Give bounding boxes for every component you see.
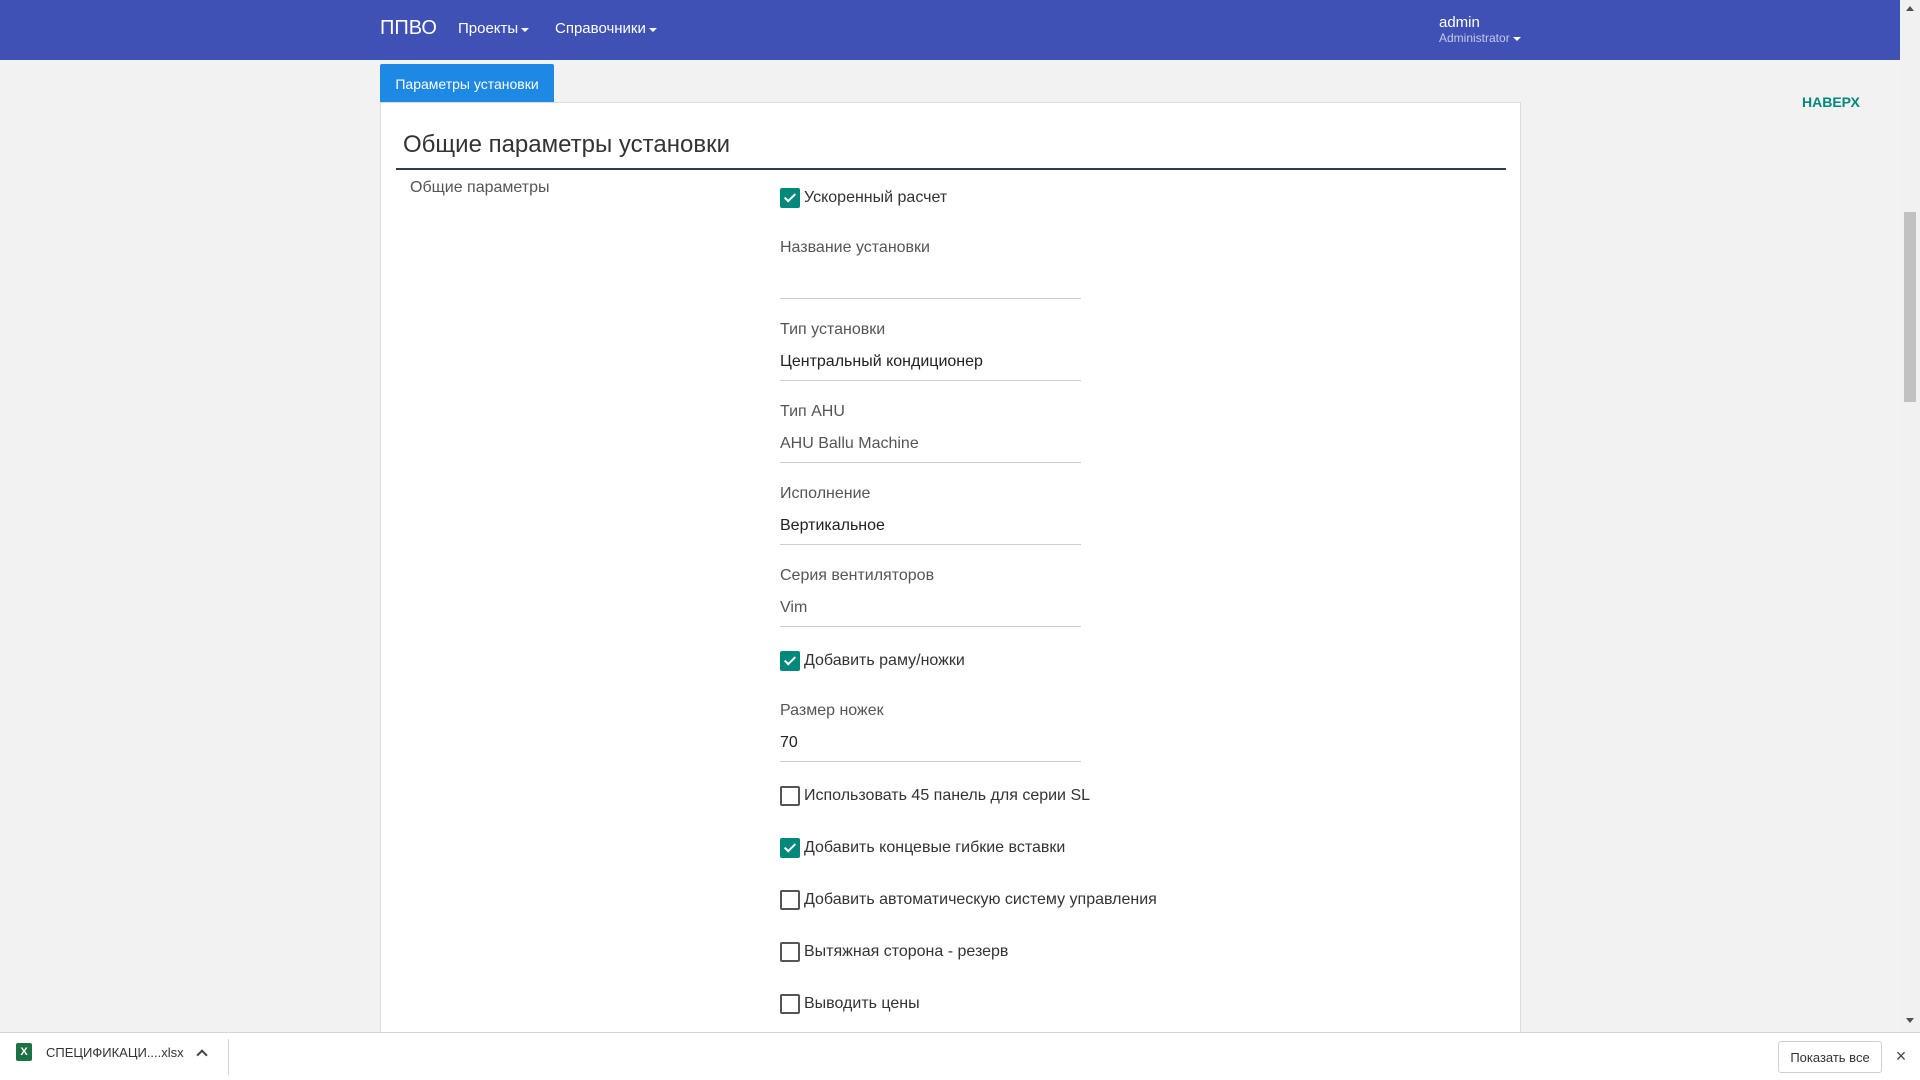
panel-45-label: Использовать 45 панель для серии SL <box>804 787 1091 804</box>
menu-references-label: Справочники <box>555 20 646 37</box>
menu-projects-label: Проекты <box>458 20 519 37</box>
execution-field: Исполнение Вертикальное <box>780 485 1081 545</box>
user-role: Administrator <box>1439 31 1521 45</box>
add-frame-checkbox[interactable]: Добавить раму/ножки <box>780 651 965 671</box>
scroll-up-icon[interactable] <box>1906 6 1914 11</box>
download-bar: X СПЕЦИФИКАЦИ....xlsx Показать все × <box>0 1032 1920 1080</box>
auto-control-checkbox[interactable]: Добавить автоматическую систему управлен… <box>780 890 1157 910</box>
unit-type-label: Тип установки <box>780 321 886 338</box>
show-prices-checkbox[interactable]: Выводить цены <box>780 994 920 1014</box>
user-menu[interactable]: admin Administrator <box>1439 14 1521 45</box>
download-item[interactable]: X СПЕЦИФИКАЦИ....xlsx <box>16 1043 184 1061</box>
checkbox-empty-icon[interactable] <box>780 786 800 806</box>
section-title: Общие параметры установки <box>403 131 730 158</box>
leg-size-label: Размер ножек <box>780 702 884 719</box>
exhaust-reserve-checkbox[interactable]: Вытяжная сторона - резерв <box>780 942 1008 962</box>
tab-unit-parameters[interactable]: Параметры установки <box>380 64 554 103</box>
user-name: admin <box>1439 14 1480 31</box>
ahu-type-select[interactable]: AHU Ballu Machine <box>780 433 1081 463</box>
leg-size-input[interactable]: 70 <box>780 732 1081 762</box>
show-all-button[interactable]: Показать все <box>1778 1041 1882 1073</box>
checkbox-checked-icon[interactable] <box>780 188 800 208</box>
execution-select[interactable]: Вертикальное <box>780 515 1081 545</box>
group-label: Общие параметры <box>410 179 550 196</box>
scroll-down-icon[interactable] <box>1906 1018 1914 1023</box>
unit-name-input[interactable] <box>780 269 1081 299</box>
checkbox-empty-icon[interactable] <box>780 942 800 962</box>
ahu-type-field: Тип AHU AHU Ballu Machine <box>780 403 1081 463</box>
unit-name-label: Название установки <box>780 239 930 256</box>
page-scrollbar[interactable] <box>1900 0 1920 1032</box>
flex-inserts-label: Добавить концевые гибкие вставки <box>804 839 1066 856</box>
unit-type-field: Тип установки Центральный кондиционер <box>780 321 1081 381</box>
exhaust-reserve-label: Вытяжная сторона - резерв <box>804 943 1009 960</box>
menu-references[interactable]: Справочники <box>555 20 657 37</box>
download-file-name: СПЕЦИФИКАЦИ....xlsx <box>46 1044 184 1060</box>
fan-series-label: Серия вентиляторов <box>780 567 935 584</box>
fast-calc-label: Ускоренный расчет <box>804 189 948 206</box>
unit-name-field: Название установки <box>780 239 1081 299</box>
fan-series-field: Серия вентиляторов Vim <box>780 567 1081 627</box>
fan-series-select[interactable]: Vim <box>780 597 1081 627</box>
close-icon[interactable]: × <box>1890 1045 1912 1067</box>
caret-down-icon <box>521 27 530 32</box>
checkbox-empty-icon[interactable] <box>780 890 800 910</box>
show-prices-label: Выводить цены <box>804 995 920 1012</box>
menu-projects[interactable]: Проекты <box>458 20 530 37</box>
excel-icon: X <box>16 1043 32 1061</box>
unit-type-select[interactable]: Центральный кондиционер <box>780 351 1081 381</box>
add-frame-label: Добавить раму/ножки <box>804 652 965 669</box>
scrollbar-thumb[interactable] <box>1904 212 1916 402</box>
ahu-type-label: Тип AHU <box>780 403 845 420</box>
top-navbar: ППВО Проекты Справочники admin Administr… <box>0 0 1900 60</box>
caret-down-icon <box>1512 37 1521 41</box>
leg-size-field: Размер ножек 70 <box>780 702 1081 762</box>
auto-control-label: Добавить автоматическую систему управлен… <box>804 891 1157 908</box>
flex-inserts-checkbox[interactable]: Добавить концевые гибкие вставки <box>780 838 1065 858</box>
download-divider <box>228 1039 229 1075</box>
user-role-label: Administrator <box>1439 31 1510 45</box>
panel-45-checkbox[interactable]: Использовать 45 панель для серии SL <box>780 786 1090 806</box>
brand-link[interactable]: ППВО <box>380 17 437 40</box>
parameters-card: Общие параметры установки Общие параметр… <box>380 102 1521 1042</box>
checkbox-checked-icon[interactable] <box>780 838 800 858</box>
scroll-to-top-link[interactable]: НАВЕРХ <box>1802 94 1860 110</box>
checkbox-empty-icon[interactable] <box>780 994 800 1014</box>
caret-down-icon <box>648 27 657 32</box>
checkbox-checked-icon[interactable] <box>780 651 800 671</box>
fast-calc-checkbox[interactable]: Ускоренный расчет <box>780 188 947 208</box>
section-divider <box>396 168 1506 170</box>
execution-label: Исполнение <box>780 485 871 502</box>
chevron-up-icon[interactable] <box>196 1049 208 1061</box>
